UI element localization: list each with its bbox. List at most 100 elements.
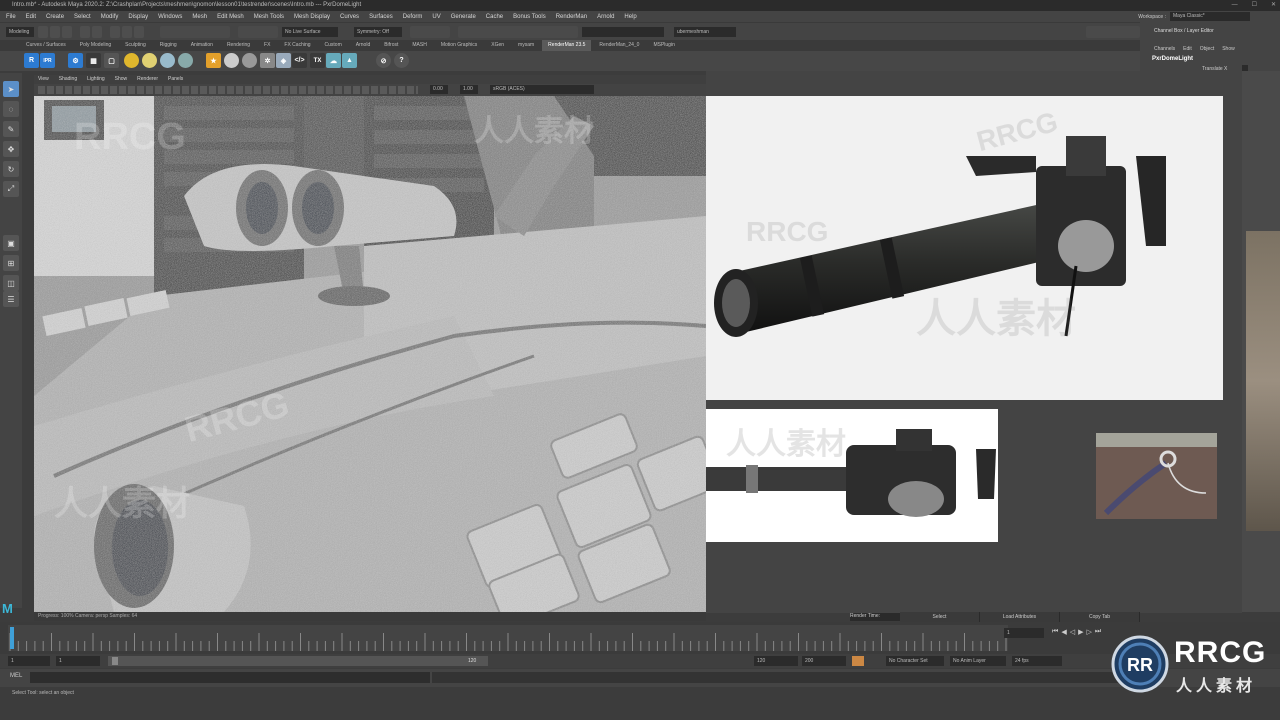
menu-mesh[interactable]: Mesh xyxy=(192,14,207,20)
cube-icon[interactable]: ◈ xyxy=(276,53,291,68)
two-pane-icon[interactable]: ◫ xyxy=(3,275,19,291)
menu-deform[interactable]: Deform xyxy=(403,14,423,20)
render-settings-buttons[interactable] xyxy=(458,26,578,38)
character-set-dropdown[interactable]: No Character Set xyxy=(886,656,944,666)
shelf-tab-motion-graphics[interactable]: Motion Graphics xyxy=(435,40,483,51)
menu-edit-mesh[interactable]: Edit Mesh xyxy=(217,14,244,20)
ipr-icon[interactable]: IPR xyxy=(40,53,55,68)
code-icon[interactable]: </> xyxy=(292,53,307,68)
render-buttons[interactable] xyxy=(410,26,450,38)
minimize-icon[interactable]: — xyxy=(1232,0,1238,11)
shelf-tab-sculpting[interactable]: Sculpting xyxy=(119,40,152,51)
channel-box-menu-channels[interactable]: Channels xyxy=(1154,46,1175,52)
menu-windows[interactable]: Windows xyxy=(158,14,182,20)
shelf-tab-arnold[interactable]: Arnold xyxy=(350,40,376,51)
panel-menu-show[interactable]: Show xyxy=(115,75,128,84)
command-input[interactable] xyxy=(30,672,430,683)
attribute-tab-select[interactable]: Select xyxy=(900,612,980,622)
menu-select[interactable]: Select xyxy=(74,14,91,20)
panel-menu-lighting[interactable]: Lighting xyxy=(87,75,105,84)
user-account-dropdown[interactable]: ubermeshman xyxy=(674,27,736,37)
max-frame-field[interactable]: 200 xyxy=(802,656,846,666)
area-light-icon[interactable] xyxy=(142,53,157,68)
auto-key-icon[interactable] xyxy=(852,656,864,666)
select-hierarchy-icon[interactable] xyxy=(110,26,120,38)
snap-buttons[interactable] xyxy=(160,26,230,38)
lasso-icon[interactable]: ◌ xyxy=(3,101,19,117)
time-slider[interactable]: 1 ⏮ ◀ ◁ ▶ ▷ ⏭ xyxy=(0,622,1280,654)
range-slider-bar[interactable]: 120 xyxy=(108,656,488,666)
shelf-tab-bifrost[interactable]: Bifrost xyxy=(378,40,404,51)
rotate-icon[interactable]: ↻ xyxy=(3,161,19,177)
shelf-tab-mash[interactable]: MASH xyxy=(406,40,432,51)
menu-file[interactable]: File xyxy=(6,14,16,20)
panel-menu-shading[interactable]: Shading xyxy=(59,75,77,84)
range-start-field[interactable]: 1 xyxy=(56,656,100,666)
select-object-icon[interactable] xyxy=(122,26,132,38)
scale-icon[interactable]: ⤢ xyxy=(3,181,19,197)
shelf-tab-rendering[interactable]: Rendering xyxy=(221,40,256,51)
panel-menu-panels[interactable]: Panels xyxy=(168,75,183,84)
four-pane-icon[interactable]: ⊞ xyxy=(3,255,19,271)
shelf-tab-fx-caching[interactable]: FX Caching xyxy=(278,40,316,51)
shelf-tab-renderman-23-5[interactable]: RenderMan 23.5 xyxy=(542,40,592,51)
menu-edit[interactable]: Edit xyxy=(26,14,36,20)
histogram-icon[interactable]: ▲ xyxy=(342,53,357,68)
dome-light-icon[interactable] xyxy=(160,53,175,68)
light-icon[interactable] xyxy=(124,53,139,68)
menu-renderman[interactable]: RenderMan xyxy=(556,14,587,20)
star-icon[interactable]: ★ xyxy=(206,53,221,68)
anim-layer-dropdown[interactable]: No Anim Layer xyxy=(950,656,1006,666)
viewport[interactable]: RRCG 人人素材 RRCG 人人素材 xyxy=(34,96,706,612)
channel-box-menu-show[interactable]: Show xyxy=(1222,46,1235,52)
menu-curves[interactable]: Curves xyxy=(340,14,359,20)
move-icon[interactable]: ✥ xyxy=(3,141,19,157)
fps-dropdown[interactable]: 24 fps xyxy=(1012,656,1062,666)
material-sphere-icon[interactable] xyxy=(224,53,239,68)
play-forward-icon[interactable]: ▶ xyxy=(1078,628,1083,636)
workspace-dropdown[interactable]: Maya Classic* xyxy=(1170,12,1250,21)
new-scene-icon[interactable] xyxy=(38,26,48,38)
maximize-icon[interactable]: ☐ xyxy=(1252,0,1257,11)
channel-box-menu-edit[interactable]: Edit xyxy=(1183,46,1192,52)
symmetry-dropdown[interactable]: Symmetry: Off xyxy=(354,27,402,37)
shelf-tab-custom[interactable]: Custom xyxy=(319,40,348,51)
menu-display[interactable]: Display xyxy=(128,14,148,20)
single-pane-icon[interactable]: ▣ xyxy=(3,235,19,251)
panel-menu-view[interactable]: View xyxy=(38,75,49,84)
gamma-field[interactable]: 1.00 xyxy=(460,85,478,94)
shelf-tab-fx[interactable]: FX xyxy=(258,40,276,51)
attribute-tab-load-attributes[interactable]: Load Attributes xyxy=(980,612,1060,622)
go-to-end-icon[interactable]: ⏭ xyxy=(1095,628,1101,636)
render-view-icon[interactable]: ▦ xyxy=(86,53,101,68)
menu-mesh-tools[interactable]: Mesh Tools xyxy=(254,14,284,20)
render-icon[interactable]: R xyxy=(24,53,39,68)
menu-bonus-tools[interactable]: Bonus Tools xyxy=(513,14,546,20)
shelf-tab-renderman-24-0[interactable]: RenderMan_24_0 xyxy=(593,40,645,51)
menu-generate[interactable]: Generate xyxy=(451,14,476,20)
channel-box-menu-object[interactable]: Object xyxy=(1200,46,1214,52)
select-arrow-icon[interactable]: ➤ xyxy=(3,81,19,97)
menu-create[interactable]: Create xyxy=(46,14,64,20)
shelf-tab-poly-modeling[interactable]: Poly Modeling xyxy=(74,40,117,51)
menu-help[interactable]: Help xyxy=(624,14,636,20)
menu-cache[interactable]: Cache xyxy=(486,14,503,20)
anim-end-field[interactable]: 120 xyxy=(754,656,798,666)
settings-gear-icon[interactable]: ✲ xyxy=(260,53,275,68)
panel-toggle-icons[interactable] xyxy=(1086,26,1140,38)
open-scene-icon[interactable] xyxy=(50,26,60,38)
range-handle-left[interactable] xyxy=(112,657,118,665)
menu-modify[interactable]: Modify xyxy=(101,14,119,20)
outliner-layout-icon[interactable]: ☰ xyxy=(3,291,19,307)
input-line-field[interactable] xyxy=(582,27,664,37)
shelf-tab-animation[interactable]: Animation xyxy=(185,40,219,51)
panel-menu-renderer[interactable]: Renderer xyxy=(137,75,158,84)
cloud-icon[interactable]: ☁ xyxy=(326,53,341,68)
panel-toolbar-icons[interactable] xyxy=(38,86,418,94)
play-back-icon[interactable]: ◁ xyxy=(1070,628,1075,636)
go-to-start-icon[interactable]: ⏮ xyxy=(1052,628,1058,636)
redo-icon[interactable] xyxy=(92,26,102,38)
history-buttons[interactable] xyxy=(238,26,278,38)
render-settings-icon[interactable]: ⚙ xyxy=(68,53,83,68)
live-surface-field[interactable]: No Live Surface xyxy=(282,27,338,37)
